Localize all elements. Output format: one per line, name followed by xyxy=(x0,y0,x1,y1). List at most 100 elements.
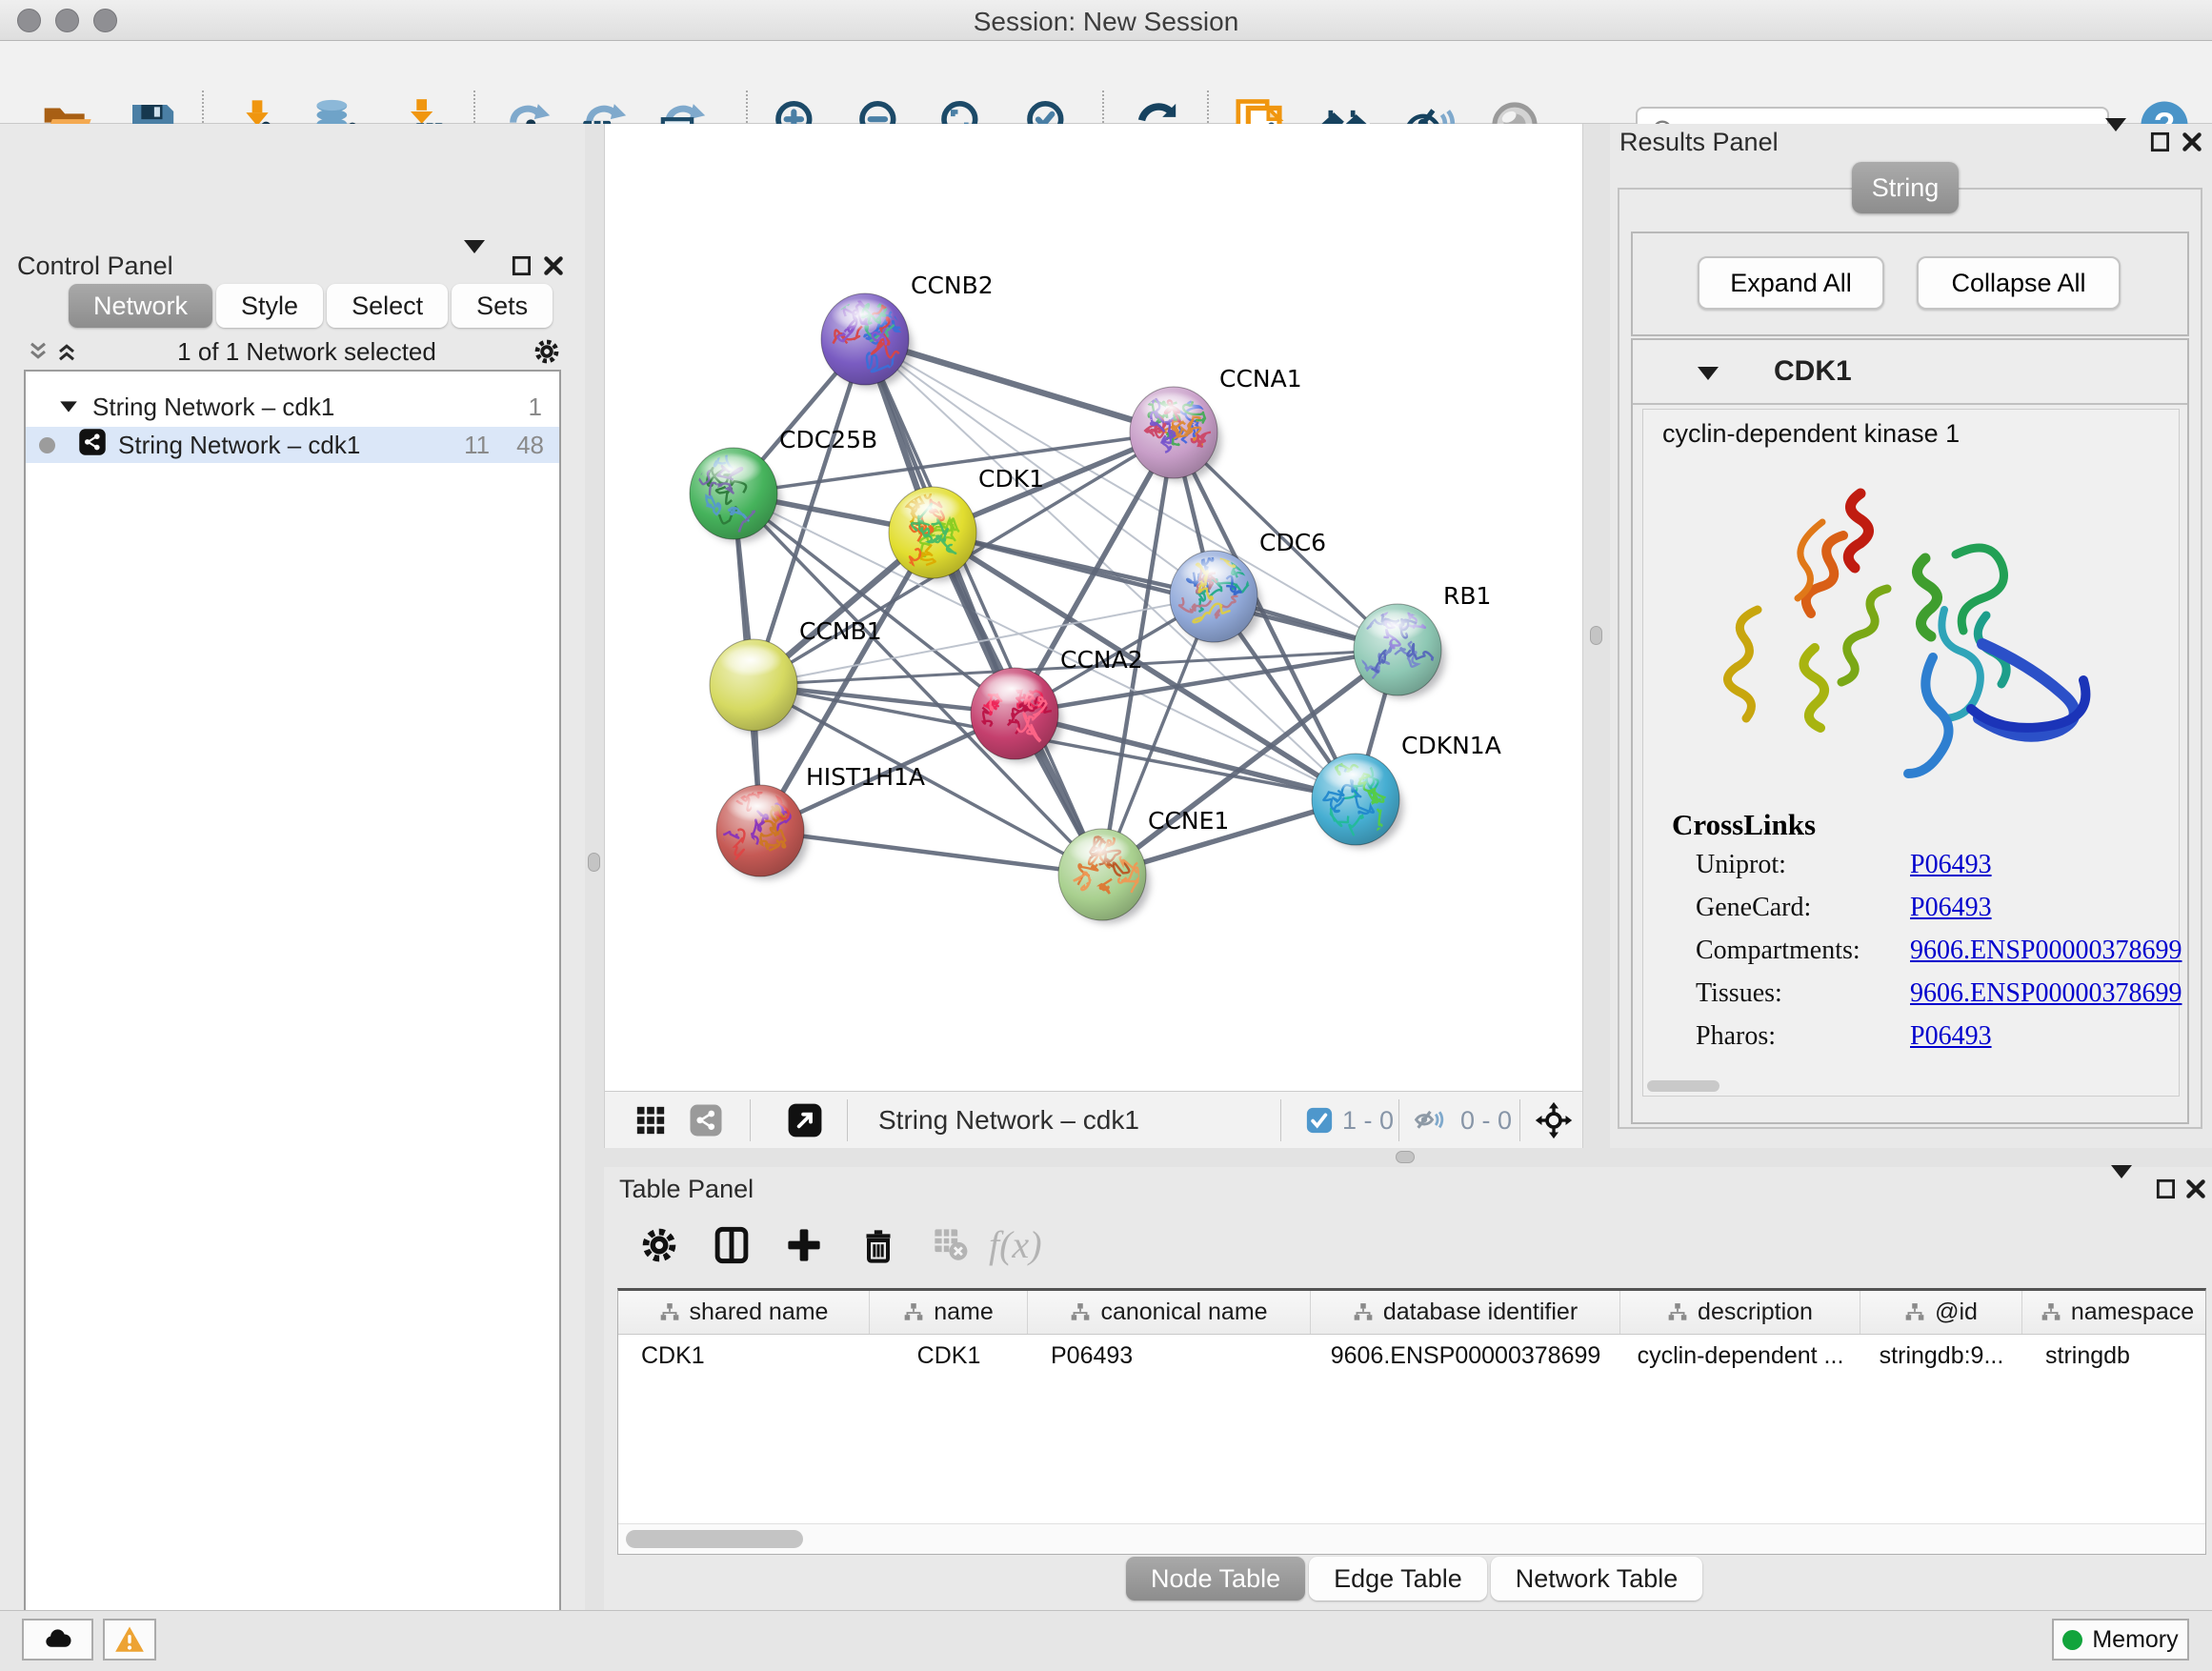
collapse-panel-icon[interactable] xyxy=(2105,131,2126,149)
network-node-CCNB1[interactable]: CCNB1 xyxy=(710,617,882,734)
gene-header-row[interactable]: CDK1 xyxy=(1633,340,2187,405)
network-collection-row[interactable]: String Network – cdk1 1 xyxy=(26,389,559,425)
delete-column-trash-icon[interactable] xyxy=(857,1224,899,1266)
gene-name: CDK1 xyxy=(1774,355,1852,388)
memory-button[interactable]: Memory xyxy=(2052,1619,2189,1661)
pan-crosshair-icon[interactable] xyxy=(1535,1101,1573,1139)
crosslink-link[interactable]: P06493 xyxy=(1910,1021,1992,1052)
crosslink-label: Tissues: xyxy=(1696,978,1782,1009)
tab-network-table[interactable]: Network Table xyxy=(1491,1557,1703,1601)
selected-count: 1 - 0 xyxy=(1342,1106,1394,1136)
export-view-icon[interactable] xyxy=(786,1101,824,1139)
column-header-@id[interactable]: @id xyxy=(1860,1291,2022,1334)
protein-structure-image xyxy=(1700,467,2120,800)
column-header-description[interactable]: description xyxy=(1620,1291,1860,1334)
selected-checkbox-icon[interactable] xyxy=(1300,1101,1338,1139)
column-header-namespace[interactable]: namespace xyxy=(2022,1291,2212,1334)
left-splitter-handle[interactable] xyxy=(588,853,600,872)
crosslink-label: Pharos: xyxy=(1696,1021,1776,1052)
tab-string[interactable]: String xyxy=(1852,162,1959,213)
crosslink-row: Uniprot: P06493 xyxy=(1643,850,2179,892)
table-cell[interactable]: CDK1 xyxy=(870,1342,1028,1370)
warnings-button[interactable] xyxy=(103,1619,156,1661)
expand-all-networks-icon[interactable] xyxy=(52,337,81,366)
float-panel-icon[interactable] xyxy=(2154,1177,2179,1206)
network-canvas[interactable]: CCNB2CCNA1CDC25BCDK1CDC6RB1CCNB1CCNA2CDK… xyxy=(604,124,1583,1091)
table-cell[interactable]: stringdb:9... xyxy=(1860,1342,2022,1370)
table-cell[interactable]: CDK1 xyxy=(618,1342,870,1370)
table-scrollbar[interactable] xyxy=(618,1523,2205,1554)
close-panel-icon[interactable] xyxy=(2183,1177,2208,1206)
tab-edge-table[interactable]: Edge Table xyxy=(1309,1557,1487,1601)
network-node-HIST1H1A[interactable]: HIST1H1A xyxy=(713,763,925,879)
table-cell[interactable]: P06493 xyxy=(1028,1342,1311,1370)
column-header-name[interactable]: name xyxy=(870,1291,1028,1334)
table-cell[interactable]: 9606.ENSP00000378699 xyxy=(1311,1342,1620,1370)
results-scrollbar-thumb[interactable] xyxy=(1647,1080,1719,1092)
column-header-database-identifier[interactable]: database identifier xyxy=(1311,1291,1620,1334)
float-panel-icon[interactable] xyxy=(510,253,534,283)
table-header-row: shared name name canonical namedatabase id… xyxy=(618,1291,2205,1335)
network-node-CCNE1[interactable]: CCNE1 xyxy=(1058,807,1229,923)
crosslink-link[interactable]: 9606.ENSP00000378699 xyxy=(1910,978,2182,1009)
collapse-all-networks-icon[interactable] xyxy=(24,337,52,366)
expand-all-button[interactable]: Expand All xyxy=(1698,256,1884,310)
node-label: CCNE1 xyxy=(1148,807,1229,835)
netbar-separator xyxy=(1280,1099,1281,1141)
network-edge[interactable] xyxy=(933,533,1398,650)
string-network-icon xyxy=(78,428,107,463)
crosslink-label: GeneCard: xyxy=(1696,893,1811,923)
crosslink-link[interactable]: 9606.ENSP00000378699 xyxy=(1910,936,2182,966)
table-options-gear-icon[interactable] xyxy=(638,1224,680,1266)
tab-sets[interactable]: Sets xyxy=(452,284,553,328)
right-splitter-handle[interactable] xyxy=(1590,626,1602,645)
crosslink-label: Compartments: xyxy=(1696,936,1860,966)
crosslink-link[interactable]: P06493 xyxy=(1910,850,1992,880)
node-label: CDKN1A xyxy=(1401,732,1501,759)
tab-node-table[interactable]: Node Table xyxy=(1126,1557,1305,1601)
network-edge[interactable] xyxy=(865,339,1102,875)
column-header-label: name xyxy=(934,1299,994,1326)
add-column-icon[interactable] xyxy=(783,1224,825,1266)
cloud-button[interactable] xyxy=(22,1619,93,1661)
network-options-gear-icon[interactable] xyxy=(533,337,561,366)
tab-select[interactable]: Select xyxy=(327,284,448,328)
string-results-container: Expand All Collapse All CDK1 cyclin-depe… xyxy=(1618,188,2202,1129)
hidden-eye-icon[interactable] xyxy=(1410,1101,1448,1139)
float-panel-icon[interactable] xyxy=(2148,130,2173,159)
node-label: RB1 xyxy=(1443,582,1491,610)
close-panel-icon[interactable] xyxy=(541,253,566,283)
network-node-CCNA1[interactable]: CCNA1 xyxy=(1130,365,1302,481)
table-scrollbar-thumb[interactable] xyxy=(626,1530,803,1548)
collapse-all-button[interactable]: Collapse All xyxy=(1917,256,2121,310)
network-node-CDKN1A[interactable]: CDKN1A xyxy=(1312,732,1501,848)
table-tabs: Node TableEdge TableNetwork Table xyxy=(1126,1557,1702,1601)
birdseye-view-icon[interactable] xyxy=(632,1101,670,1139)
tab-style[interactable]: Style xyxy=(216,284,323,328)
gene-expand-icon[interactable] xyxy=(1698,367,1719,380)
table-row[interactable]: CDK1CDK1P064939606.ENSP00000378699cyclin… xyxy=(618,1335,2205,1377)
crosslink-label: Uniprot: xyxy=(1696,850,1786,880)
tab-network[interactable]: Network xyxy=(69,284,212,328)
network-graph[interactable]: CCNB2CCNA1CDC25BCDK1CDC6RB1CCNB1CCNA2CDK… xyxy=(605,124,1584,1091)
table-cell[interactable]: stringdb xyxy=(2022,1342,2212,1370)
show-columns-icon[interactable] xyxy=(711,1224,753,1266)
collapse-panel-icon[interactable] xyxy=(2111,1178,2132,1196)
collapse-panel-icon[interactable] xyxy=(464,253,485,271)
column-header-shared-name[interactable]: shared name xyxy=(618,1291,870,1334)
network-edge[interactable] xyxy=(760,831,1102,875)
collection-expand-icon[interactable] xyxy=(60,401,77,412)
crosslink-link[interactable]: P06493 xyxy=(1910,893,1992,923)
column-header-canonical-name[interactable]: canonical name xyxy=(1028,1291,1311,1334)
table-cell[interactable]: cyclin-dependent ... xyxy=(1620,1342,1860,1370)
function-builder-icon: f(x) xyxy=(989,1222,1042,1267)
network-node-RB1[interactable]: RB1 xyxy=(1354,582,1491,698)
bottom-splitter-handle[interactable] xyxy=(1396,1151,1415,1163)
crosslink-row: GeneCard: P06493 xyxy=(1643,893,2179,935)
node-label: CCNB1 xyxy=(799,617,882,645)
share-panel-icon[interactable] xyxy=(687,1101,725,1139)
close-panel-icon[interactable] xyxy=(2180,130,2204,159)
right-splitter[interactable] xyxy=(1583,124,1610,1167)
network-row-selected[interactable]: String Network – cdk1 11 48 xyxy=(26,427,559,463)
results-panel: Results Panel String Expand All Collapse… xyxy=(1610,124,2212,1148)
